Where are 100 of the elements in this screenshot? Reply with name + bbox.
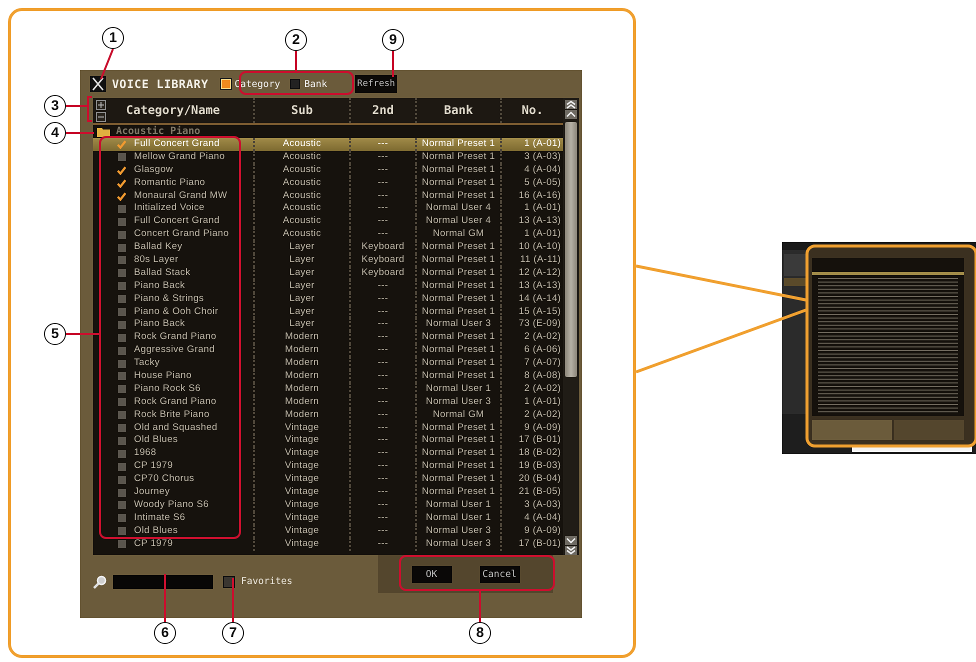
column-header[interactable]: Category/Name: [93, 98, 253, 123]
sort-option[interactable]: Category: [220, 78, 280, 90]
bank-cell: Normal Preset 1: [415, 150, 500, 164]
bank-cell: Normal User 4: [415, 215, 500, 228]
sub-category-cell: Layer: [253, 241, 349, 254]
sub-category-cell: Layer: [253, 266, 349, 280]
callout-number: 7: [222, 622, 244, 644]
square-icon[interactable]: [118, 256, 126, 264]
square-icon[interactable]: [118, 320, 126, 329]
sort-option[interactable]: Bank: [290, 78, 328, 90]
second-category-cell: ---: [349, 344, 415, 358]
square-icon[interactable]: [118, 424, 126, 432]
sub-category-cell: Acoustic: [253, 215, 349, 228]
voice-name: Mellow Grand Piano: [133, 150, 226, 164]
double-down-arrow-icon[interactable]: [565, 546, 577, 555]
square-icon[interactable]: [118, 462, 126, 471]
column-header[interactable]: 2nd: [349, 98, 415, 123]
scrollbar-thumb[interactable]: [565, 122, 577, 377]
double-up-arrow-icon[interactable]: [565, 100, 577, 109]
square-icon[interactable]: [118, 372, 126, 380]
check-icon[interactable]: [117, 192, 126, 201]
bank-cell: Normal Preset 1: [415, 306, 500, 318]
sub-category-cell: Modern: [253, 396, 349, 409]
down-arrow-icon[interactable]: [565, 536, 577, 545]
voice-name: Piano & Strings: [133, 292, 205, 306]
voice-name: CP 1979: [133, 538, 174, 551]
sub-category-cell: Modern: [253, 357, 349, 370]
square-icon[interactable]: [118, 411, 126, 420]
second-category-cell: ---: [349, 228, 415, 242]
square-icon[interactable]: [118, 540, 126, 548]
sub-category-cell: Layer: [253, 306, 349, 318]
refresh-button[interactable]: Refresh: [355, 75, 398, 93]
check-icon[interactable]: [117, 166, 126, 175]
radio-icon[interactable]: [290, 79, 300, 89]
bank-cell: Normal Preset 1: [415, 176, 500, 190]
up-arrow-icon[interactable]: [565, 110, 577, 119]
sub-category-cell: Vintage: [253, 524, 349, 538]
sub-category-cell: Modern: [253, 370, 349, 383]
square-icon[interactable]: [118, 346, 126, 355]
voice-name: Rock Grand Piano: [133, 331, 218, 344]
second-category-cell: ---: [349, 473, 415, 486]
square-icon[interactable]: [118, 436, 126, 445]
square-icon[interactable]: [118, 269, 126, 278]
callout-number: 3: [44, 95, 66, 117]
search-field[interactable]: [113, 574, 213, 588]
callout-number: 4: [44, 122, 66, 144]
leader-line: [295, 51, 297, 71]
bank-cell: Normal Preset 1: [415, 254, 500, 267]
column-header[interactable]: Bank: [415, 98, 500, 123]
cancel-button[interactable]: Cancel: [480, 566, 520, 582]
second-category-cell: ---: [349, 434, 415, 448]
second-category-cell: ---: [349, 190, 415, 202]
second-category-cell: ---: [349, 370, 415, 383]
ok-button[interactable]: OK: [412, 566, 452, 582]
expand-all-icon[interactable]: [96, 100, 106, 110]
square-icon[interactable]: [118, 308, 126, 316]
voice-name: CP70 Chorus: [133, 473, 196, 486]
square-icon[interactable]: [118, 282, 126, 290]
square-icon[interactable]: [118, 385, 126, 394]
check-icon[interactable]: [117, 140, 126, 149]
square-icon[interactable]: [118, 476, 126, 484]
second-category-cell: Keyboard: [349, 254, 415, 267]
square-icon[interactable]: [118, 153, 126, 162]
square-icon[interactable]: [118, 501, 126, 510]
list-row[interactable]: Full Concert Grand Acoustic --- Normal Preset 1 1 (A-01): [93, 138, 563, 151]
scrollbar[interactable]: [563, 98, 579, 555]
voice-name: Romantic Piano: [133, 176, 206, 190]
sub-category-cell: Layer: [253, 280, 349, 293]
close-icon[interactable]: [90, 76, 106, 92]
leader-line: [66, 333, 100, 335]
square-icon[interactable]: [118, 218, 126, 226]
bank-cell: Normal User 4: [415, 202, 500, 216]
square-icon[interactable]: [118, 334, 126, 342]
bank-cell: Normal Preset 1: [415, 460, 500, 474]
square-icon[interactable]: [118, 527, 126, 536]
bank-cell: Normal Preset 1: [415, 473, 500, 486]
square-icon[interactable]: [118, 244, 126, 252]
square-icon[interactable]: [118, 488, 126, 496]
sub-category-cell: Vintage: [253, 460, 349, 474]
callout-number: 9: [382, 29, 404, 51]
square-icon[interactable]: [118, 230, 126, 239]
bracket-mark: [87, 96, 92, 122]
square-icon[interactable]: [118, 204, 126, 213]
second-category-cell: ---: [349, 408, 415, 422]
voice-name: Full Concert Grand: [133, 138, 221, 151]
second-category-cell: Keyboard: [349, 241, 415, 254]
square-icon[interactable]: [118, 398, 126, 406]
column-header[interactable]: Sub: [253, 98, 349, 123]
square-icon[interactable]: [118, 360, 126, 368]
second-category-cell: ---: [349, 396, 415, 409]
voice-name: House Piano: [133, 370, 193, 383]
square-icon[interactable]: [118, 295, 126, 304]
square-icon[interactable]: [118, 450, 126, 458]
square-icon[interactable]: [118, 514, 126, 522]
check-icon[interactable]: [117, 178, 126, 188]
second-category-cell: ---: [349, 331, 415, 344]
collapse-all-icon[interactable]: [96, 112, 106, 122]
second-category-cell: ---: [349, 292, 415, 306]
sub-category-cell: Layer: [253, 318, 349, 332]
category-group[interactable]: Acoustic Piano: [116, 126, 200, 137]
